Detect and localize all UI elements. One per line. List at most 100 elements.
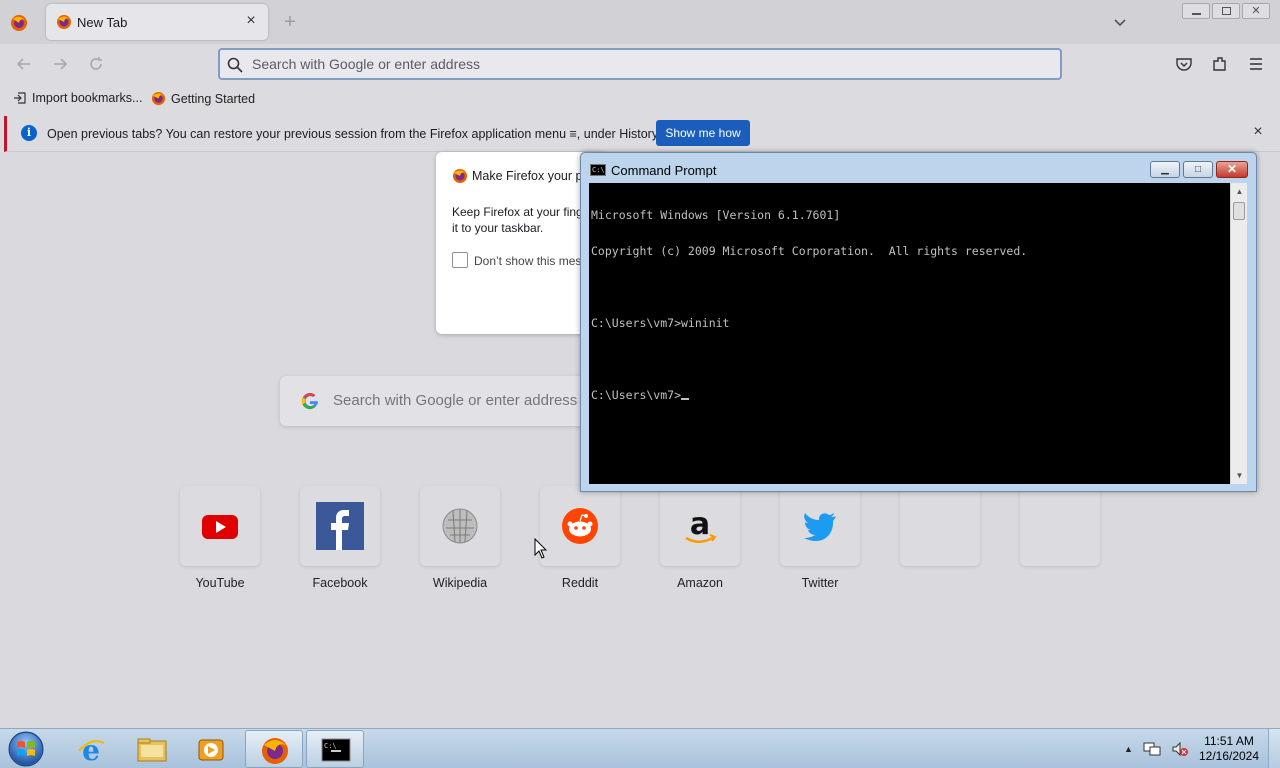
show-me-how-button[interactable]: Show me how [656,120,750,146]
cmd-title-bar[interactable]: C:\ Command Prompt ▁ □ ✕ [581,153,1256,183]
top-site-label: Reddit [561,576,599,590]
top-site-tile [300,486,380,566]
session-restore-notification: i Open previous tabs? You can restore yo… [4,116,1280,152]
taskbar-media-player[interactable] [182,730,240,768]
address-input[interactable] [252,54,1032,74]
system-clock[interactable]: 11:51 AM 12/16/2024 [1192,734,1266,764]
newtab-search-box[interactable]: Search with Google or enter address [280,376,620,426]
close-notification-icon[interactable]: × [1250,124,1266,140]
cmd-window-controls: ▁ □ ✕ [1150,161,1248,178]
dont-show-checkbox[interactable] [452,252,468,268]
scroll-up-arrow-icon[interactable]: ▲ [1231,183,1248,200]
top-site-empty[interactable] [1020,486,1100,576]
top-site-amazon[interactable]: a Amazon [660,486,740,590]
show-hidden-icons-icon[interactable]: ▲ [1124,744,1133,754]
top-site-twitter[interactable]: Twitter [780,486,860,590]
cmd-vertical-scrollbar[interactable]: ▲ ▼ [1230,183,1247,484]
youtube-icon [202,515,238,539]
forward-arrow-icon[interactable] [50,54,70,74]
firefox-favicon-icon [151,91,166,106]
search-icon [227,57,243,73]
command-prompt-icon: C:\ [321,738,351,762]
cmd-maximize-button[interactable]: □ [1183,161,1213,178]
text-caret [681,398,690,400]
internet-explorer-icon: e [78,735,105,765]
firefox-icon [262,738,288,764]
minimize-button[interactable] [1182,3,1210,19]
pocket-icon[interactable] [1174,54,1194,74]
top-site-reddit[interactable]: Reddit [540,486,620,590]
cmd-minimize-button[interactable]: ▁ [1150,161,1180,178]
info-icon: i [21,125,37,141]
console-line: Microsoft Windows [Version 6.1.7601] [591,208,841,222]
console-prompt-line: C:\Users\vm7> [591,389,1228,401]
reload-icon[interactable] [86,54,106,74]
top-site-wikipedia[interactable]: Wikipedia [420,486,500,590]
scroll-down-arrow-icon[interactable]: ▼ [1231,467,1248,484]
console-line: Copyright (c) 2009 Microsoft Corporation… [591,244,1028,258]
top-site-empty[interactable] [900,486,980,576]
clock-time: 11:51 AM [1204,734,1254,748]
top-site-tile [1020,486,1100,566]
firefox-view-icon[interactable] [10,14,28,32]
bookmark-getting-started[interactable]: Getting Started [151,91,255,106]
volume-muted-icon[interactable] [1171,741,1189,757]
newtab-search-placeholder: Search with Google or enter address [333,392,578,409]
top-site-facebook[interactable]: Facebook [300,486,380,590]
import-icon [14,92,26,104]
firefox-logo-icon [453,169,467,183]
top-site-tile [180,486,260,566]
top-site-tile [420,486,500,566]
extensions-icon[interactable] [1210,54,1230,74]
mouse-cursor-icon [534,538,548,559]
taskbar-command-prompt[interactable]: C:\ [306,730,364,768]
show-desktop-button[interactable] [1268,729,1280,768]
top-site-label: Wikipedia [432,576,488,590]
new-tab-button[interactable]: + [280,12,300,32]
amazon-icon: a [685,507,717,543]
twitter-icon [804,513,836,541]
system-tray: ▲ [1124,741,1189,757]
taskbar-internet-explorer[interactable]: e [62,730,120,768]
close-tab-icon[interactable]: × [242,12,260,30]
facebook-icon [316,502,364,550]
scroll-thumb[interactable] [1233,202,1245,220]
google-icon [301,392,318,410]
console-prompt: C:\Users\vm7> [591,388,682,402]
command-prompt-icon: C:\ [590,164,606,176]
media-player-icon [198,739,224,761]
firefox-favicon-icon [57,15,71,29]
cmd-close-button[interactable]: ✕ [1216,161,1248,178]
tab-strip: New Tab × + ✕ [0,0,1280,44]
checkbox-label: Don’t show this mes [474,254,582,268]
bookmark-label: Import bookmarks... [32,91,143,105]
taskbar-file-explorer[interactable] [122,730,180,768]
start-orb-icon[interactable] [6,730,46,768]
top-site-label: Twitter [801,576,839,590]
top-site-youtube[interactable]: YouTube [180,486,260,590]
back-arrow-icon[interactable] [14,54,34,74]
address-bar[interactable] [218,48,1062,80]
windows-taskbar: e C:\ ▲ 11:51 AM 12/16/2024 [0,728,1280,768]
bookmark-import[interactable]: Import bookmarks... [13,91,142,105]
console-line: C:\Users\vm7>wininit [591,316,730,330]
close-window-button[interactable]: ✕ [1242,3,1270,19]
top-site-tile [780,486,860,566]
chevron-down-icon[interactable] [1110,12,1130,32]
bookmark-label: Getting Started [171,91,256,106]
top-site-label: Amazon [677,576,723,590]
taskbar-firefox[interactable] [245,730,303,768]
file-explorer-icon [137,738,167,762]
clock-date: 12/16/2024 [1198,749,1260,763]
console-output[interactable]: Microsoft Windows [Version 6.1.7601] Cop… [589,183,1230,484]
hamburger-menu-icon[interactable] [1246,54,1266,74]
command-prompt-window[interactable]: C:\ Command Prompt ▁ □ ✕ Microsoft Windo… [580,152,1257,492]
reddit-icon [562,508,598,544]
top-site-label: Facebook [312,576,368,590]
network-icon[interactable] [1143,741,1161,757]
svg-text:a: a [690,507,710,542]
bookmarks-toolbar: Import bookmarks... Getting Started [0,84,1280,114]
tab-new-tab[interactable]: New Tab × [46,4,268,40]
restore-button[interactable] [1212,3,1240,19]
